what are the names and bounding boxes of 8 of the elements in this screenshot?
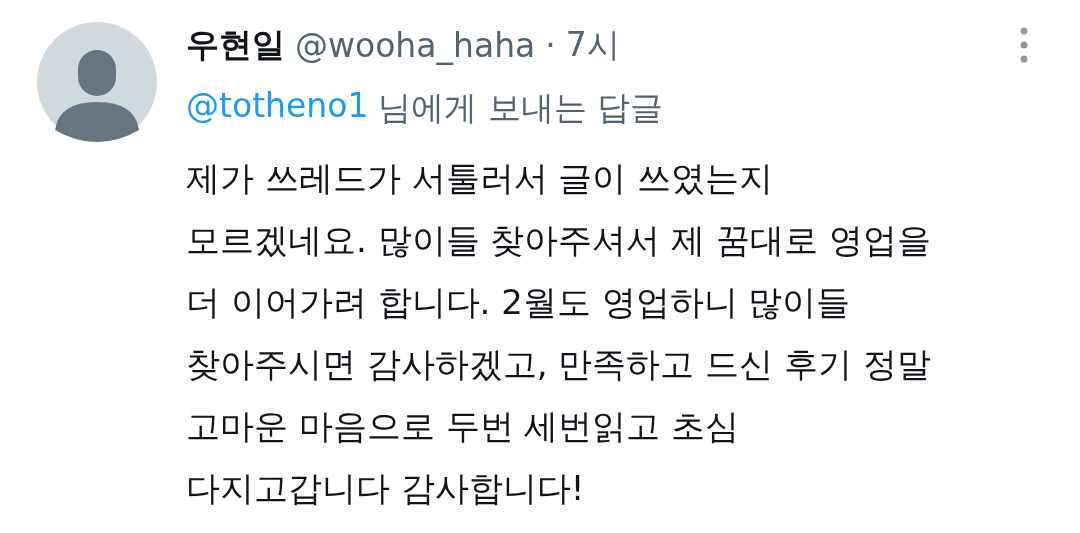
more-icon[interactable]: [1020, 27, 1028, 63]
avatar[interactable]: [37, 22, 157, 142]
author-handle[interactable]: @wooha_haha: [295, 25, 536, 65]
post-time[interactable]: 7시: [565, 22, 620, 68]
tweet-text: 제가 쓰레드가 서툴러서 글이 쓰였는지 모르겠네요. 많이들 찾아주셔서 제 꿈대로 영업을 더 이어가려 합니다. 2월도 영업하니 많이들 찾아주시면 감사하겠고, 만족하고 드신 후기 정말 고마운 마음으로 두번 세번읽고 초심 다지고갑니다 감사합니다!: [186, 157, 932, 510]
separator: ·: [545, 25, 556, 65]
author-name[interactable]: 우현일: [186, 22, 285, 68]
reply-label: 님에게 보내는 답글: [378, 87, 664, 129]
